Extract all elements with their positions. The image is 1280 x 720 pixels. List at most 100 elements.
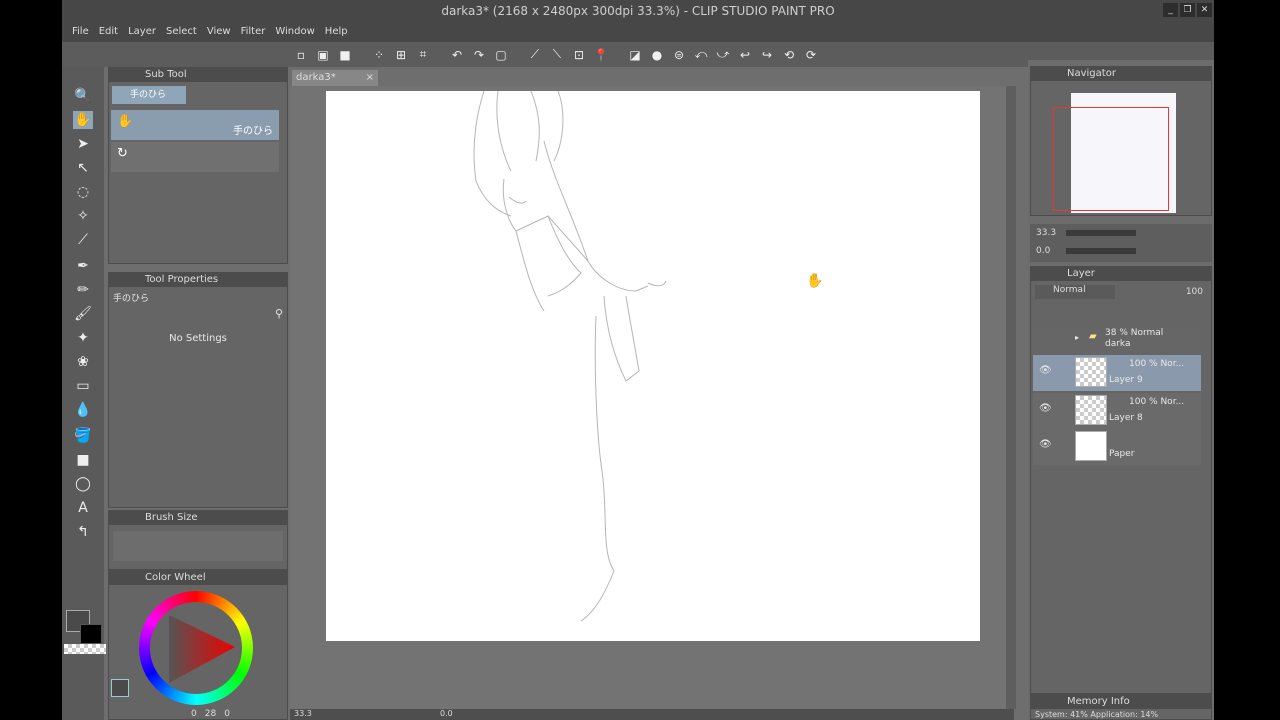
gradient-tool-icon[interactable]: ■	[73, 451, 93, 469]
transform-icon[interactable]: ⌗	[414, 47, 432, 63]
pencil-tool-icon[interactable]: ✏	[73, 281, 93, 299]
visibility-eye-icon[interactable]: 👁	[1039, 365, 1052, 376]
sub-tool-item-rotate[interactable]: ↻	[111, 142, 279, 172]
menu-bar: File Edit Layer Select View Filter Windo…	[62, 22, 1214, 42]
visibility-eye-icon[interactable]: 👁	[1039, 439, 1052, 450]
brush-tool-icon[interactable]: 🖌	[73, 305, 93, 323]
redo-icon[interactable]: ↪	[758, 47, 776, 63]
layer-meta: 100 % Nor...	[1129, 397, 1185, 407]
menu-file[interactable]: File	[72, 22, 99, 42]
pen-tool-icon[interactable]: ✒	[73, 257, 93, 275]
undo-disabled-icon[interactable]: ↶	[448, 47, 466, 63]
color-wheel-swatch[interactable]	[111, 679, 129, 697]
layer-row-folder[interactable]: ▸ ▰ 38 % Normal darka	[1033, 327, 1201, 353]
navigator-angle-value[interactable]: 0.0	[1036, 246, 1050, 256]
canvas-tab[interactable]: darka3* ×	[292, 70, 378, 86]
object-tool-icon[interactable]: ➤	[73, 135, 93, 153]
rotate-reset-icon[interactable]: ⟳	[802, 47, 820, 63]
menu-help[interactable]: Help	[325, 22, 358, 42]
pin-icon[interactable]: 📍	[592, 47, 610, 63]
snap-special-icon[interactable]: ⟍	[548, 47, 566, 63]
airbrush-tool-icon[interactable]: ✦	[73, 329, 93, 347]
select-all-icon[interactable]: ▢	[492, 47, 510, 63]
operation-tool-icon[interactable]: ↖	[73, 159, 93, 177]
blend-mode-select[interactable]: Normal	[1035, 285, 1115, 299]
eyedropper-icon[interactable]: ⟋	[73, 231, 93, 249]
layer-from-selection-icon[interactable]: ◪	[626, 47, 644, 63]
brush-size-panel: Brush Size	[108, 510, 288, 570]
navigator-controls: 33.3 0.0	[1030, 224, 1212, 262]
memory-info-title: Memory Info	[1067, 696, 1130, 707]
maximize-button[interactable]: ❐	[1180, 3, 1195, 17]
close-button[interactable]: ✕	[1197, 3, 1212, 17]
canvas-vertical-scrollbar[interactable]	[1006, 86, 1016, 709]
figure-tool-icon[interactable]: ◯	[73, 475, 93, 493]
magic-wand-icon[interactable]: ✧	[73, 207, 93, 225]
layer-name: Layer 9	[1109, 375, 1143, 385]
saturation-triangle[interactable]	[139, 591, 253, 705]
opacity-value[interactable]: 100	[1186, 287, 1203, 297]
open-file-icon[interactable]: ▣	[314, 47, 332, 63]
print-icon[interactable]: ⊜	[670, 47, 688, 63]
sub-color-swatch[interactable]	[80, 624, 102, 644]
fill-icon[interactable]: ⊞	[392, 47, 410, 63]
status-zoom[interactable]: 33.3	[294, 709, 312, 718]
layer-row-paper[interactable]: 👁 Paper	[1033, 429, 1201, 465]
fill-tool-icon[interactable]: 🪣	[73, 427, 93, 445]
menu-edit[interactable]: Edit	[99, 22, 128, 42]
navigator-view-frame[interactable]	[1053, 107, 1169, 211]
folder-icon: ▰	[1089, 331, 1097, 342]
text-tool-icon[interactable]: A	[73, 499, 93, 517]
menu-select[interactable]: Select	[166, 22, 207, 42]
drawing-paper[interactable]: ✋	[326, 91, 980, 641]
undo-icon[interactable]: ↩	[736, 47, 754, 63]
tool-properties-tool-name: 手のひら	[113, 294, 150, 304]
color-swatches[interactable]	[64, 610, 106, 654]
reverse-icon[interactable]: ⟲	[780, 47, 798, 63]
redo-disabled-icon[interactable]: ↷	[470, 47, 488, 63]
hue-ring[interactable]	[139, 591, 253, 705]
layer-row-layer8[interactable]: 👁 100 % Nor... Layer 8	[1033, 393, 1201, 429]
minimize-button[interactable]: _	[1163, 3, 1178, 17]
canvas-area[interactable]: ✋	[290, 86, 1014, 709]
brush-size-title: Brush Size	[145, 512, 198, 523]
brush-size-presets[interactable]	[113, 531, 283, 561]
rotate-slider[interactable]	[1066, 248, 1136, 254]
snap-ruler-icon[interactable]: ⟋	[526, 47, 544, 63]
navigator-zoom-value[interactable]: 33.3	[1036, 228, 1056, 238]
lasso-tool-icon[interactable]: ◌	[73, 183, 93, 201]
blend-tool-icon[interactable]: 💧	[73, 401, 93, 419]
sub-tool-group-tab[interactable]: 手のひら	[112, 86, 186, 104]
canvas-tab-label: darka3*	[296, 72, 336, 83]
menu-view[interactable]: View	[207, 22, 241, 42]
zoom-slider[interactable]	[1066, 230, 1136, 236]
eraser-tool-icon[interactable]: ▭	[73, 377, 93, 395]
layer-meta: 100 % Nor...	[1129, 359, 1185, 369]
memory-info-header: Memory Info	[1031, 695, 1211, 709]
hand-tool-icon[interactable]: ✋	[73, 111, 93, 129]
rotate-left-disabled-icon[interactable]: ⤺	[692, 47, 710, 63]
record-icon[interactable]: ●	[648, 47, 666, 63]
save-icon[interactable]: ■	[336, 47, 354, 63]
status-angle[interactable]: 0.0	[440, 709, 453, 718]
layer-row-layer9[interactable]: 👁 100 % Nor... Layer 9	[1033, 355, 1201, 391]
layer-title: Layer	[1067, 268, 1095, 279]
decoration-tool-icon[interactable]: ❀	[73, 353, 93, 371]
canvas-tab-close[interactable]: ×	[366, 70, 374, 86]
menu-layer[interactable]: Layer	[128, 22, 166, 42]
folder-expand-icon[interactable]: ▸	[1075, 333, 1079, 342]
zoom-tool-icon[interactable]: 🔍	[73, 87, 93, 105]
clear-icon[interactable]: ⁘	[370, 47, 388, 63]
search-icon[interactable]: ⚲	[275, 307, 283, 320]
sub-tool-item-hand[interactable]: ✋ 手のひら	[111, 110, 279, 140]
menu-window[interactable]: Window	[275, 22, 324, 42]
rotate-right-disabled-icon[interactable]: ⤻	[714, 47, 732, 63]
new-file-icon[interactable]: ▫	[292, 47, 310, 63]
snap-grid-icon[interactable]: ⊡	[570, 47, 588, 63]
brush-size-header: Brush Size	[109, 511, 287, 525]
layer-thumbnail	[1075, 395, 1107, 425]
visibility-eye-icon[interactable]: 👁	[1039, 403, 1052, 414]
transparent-swatch[interactable]	[64, 644, 106, 654]
menu-filter[interactable]: Filter	[241, 22, 276, 42]
correct-line-tool-icon[interactable]: ↰	[73, 523, 93, 541]
